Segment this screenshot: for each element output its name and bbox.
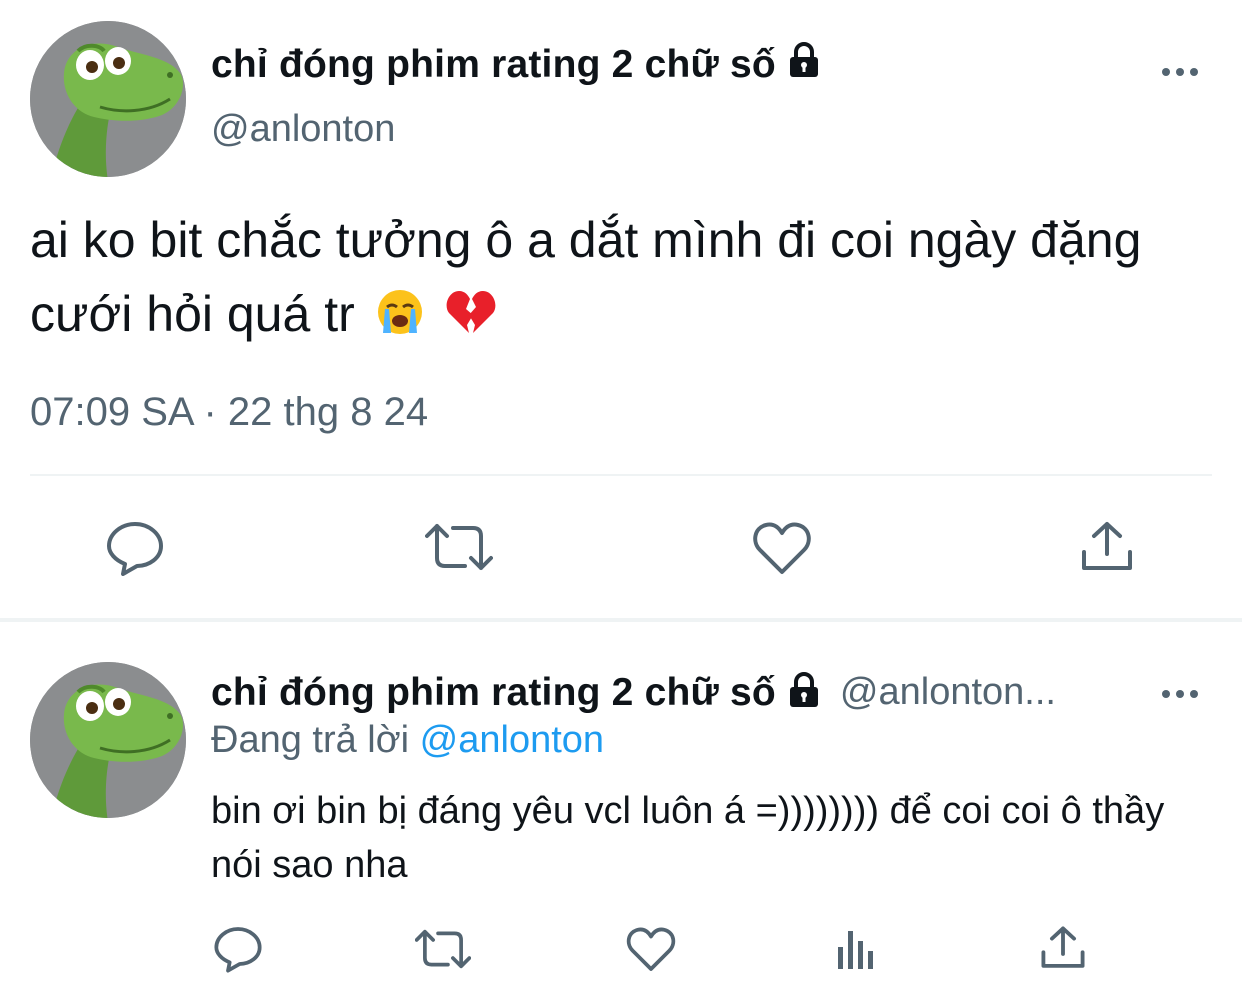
user-handle[interactable]: @anlonton [211, 108, 395, 151]
dinosaur-avatar-image [30, 21, 186, 177]
share-icon[interactable] [1040, 925, 1086, 976]
reply-icon[interactable] [105, 520, 165, 581]
lock-icon [784, 670, 824, 715]
replying-prefix: Đang trả lời [211, 719, 410, 761]
retweet-icon[interactable] [425, 522, 493, 577]
tweet-text: ai ko bit chắc tưởng ô a dắt mình đi coi… [30, 203, 1220, 357]
reply-icon[interactable] [213, 925, 263, 978]
display-name[interactable]: chỉ đóng phim rating 2 chữ số [211, 40, 824, 90]
loudly-crying-face-emoji [375, 283, 425, 357]
avatar[interactable] [30, 662, 186, 818]
broken-heart-emoji [445, 283, 497, 357]
mention-link[interactable]: @anlonton [420, 719, 604, 761]
views-icon[interactable] [834, 927, 878, 976]
lock-icon [784, 40, 824, 90]
section-divider [0, 618, 1242, 622]
tweet-thread: chỉ đóng phim rating 2 chữ số @anlonton … [0, 0, 1242, 996]
more-options-icon[interactable] [1160, 684, 1200, 709]
like-icon[interactable] [752, 520, 812, 581]
avatar[interactable] [30, 21, 186, 177]
dinosaur-avatar-image [30, 662, 186, 818]
user-handle[interactable]: @anlonton... [840, 671, 1085, 714]
more-options-icon[interactable] [1160, 62, 1200, 87]
retweet-icon[interactable] [414, 928, 472, 975]
display-name-text[interactable]: chỉ đóng phim rating 2 chữ số [211, 43, 776, 87]
replying-to: Đang trả lời @anlonton [211, 719, 604, 762]
like-icon[interactable] [626, 925, 676, 978]
tweet-text-body: ai ko bit chắc tưởng ô a dắt mình đi coi… [30, 212, 1142, 342]
share-icon[interactable] [1080, 520, 1134, 579]
display-name[interactable]: chỉ đóng phim rating 2 chữ số [211, 671, 776, 715]
reply-text: bin ơi bin bị đáng yêu vcl luôn á =)))))… [211, 790, 1165, 886]
tweet-timestamp[interactable]: 07:09 SA · 22 thg 8 24 [30, 390, 428, 435]
divider [30, 474, 1212, 476]
reply-header: chỉ đóng phim rating 2 chữ số @anlonton.… [211, 670, 1085, 715]
